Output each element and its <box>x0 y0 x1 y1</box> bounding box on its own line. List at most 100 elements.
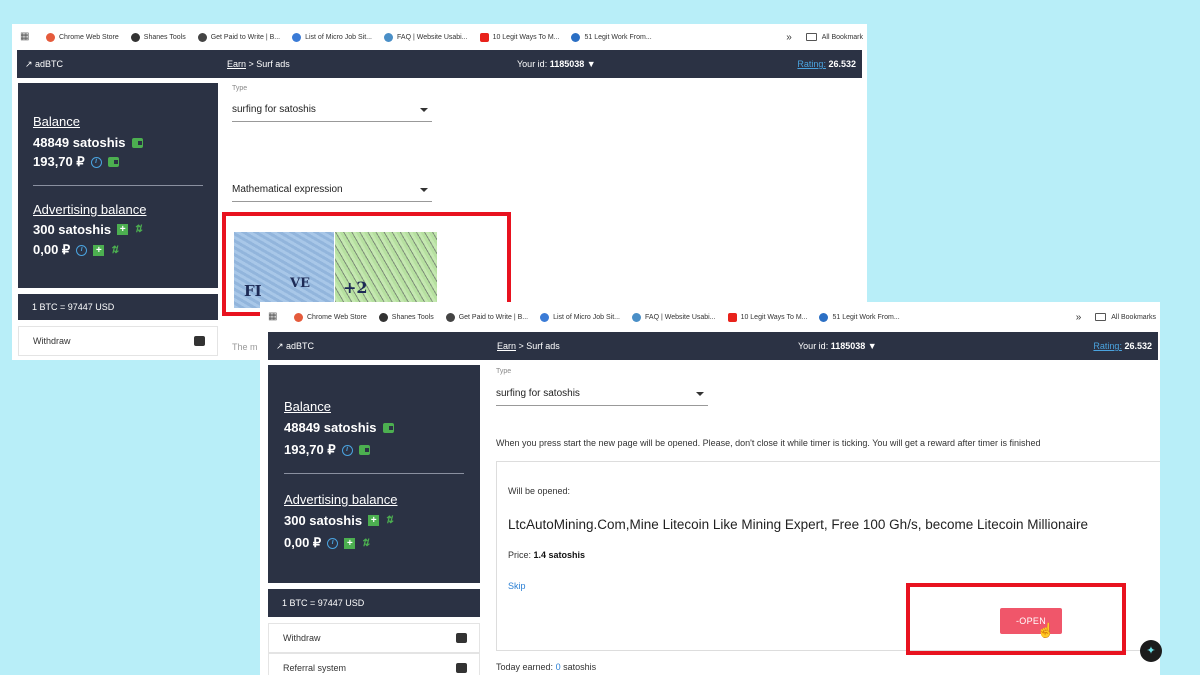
balance-card: Balance 48849 satoshis 193,70 ₽ i Adverti… <box>18 83 218 288</box>
bookmark-6[interactable]: 10 Legit Ways To M... <box>479 32 560 42</box>
wallet-icon[interactable] <box>131 137 143 148</box>
bookmark-1[interactable]: Chrome Web Store <box>46 32 119 42</box>
plus-icon[interactable]: + <box>368 515 380 526</box>
adv-rub-row: 0,00 ₽ i + ⇅ <box>284 535 370 551</box>
captcha-type-value: Mathematical expression <box>232 184 343 195</box>
bookmark-6[interactable]: 10 Legit Ways To M... <box>727 312 807 322</box>
all-bookmarks-folder[interactable]: All Bookmark <box>805 33 863 41</box>
rating-link[interactable]: Rating: <box>797 59 826 69</box>
d-icon <box>819 312 829 322</box>
rating-value: 26.532 <box>1124 341 1152 351</box>
captcha-type-select[interactable]: Mathematical expression <box>232 176 432 202</box>
chevron-down-icon <box>420 108 428 112</box>
bookmark-label: Chrome Web Store <box>59 33 119 41</box>
btc-rate: 1 BTC = 97447 USD <box>268 589 480 617</box>
bookmark-1[interactable]: Chrome Web Store <box>294 312 367 322</box>
all-bookmarks-folder[interactable]: All Bookmarks <box>1095 313 1156 321</box>
adv-satoshis-row: 300 satoshis + ⇅ <box>33 222 142 237</box>
transfer-arrows-icon[interactable]: ⇅ <box>134 224 142 235</box>
write-icon <box>445 312 455 322</box>
advertising-balance-title[interactable]: Advertising balance <box>33 202 146 217</box>
assistant-fab-icon[interactable]: ✦ <box>1140 640 1162 662</box>
bookmark-2[interactable]: Shanes Tools <box>378 312 434 322</box>
info-icon[interactable]: i <box>327 537 339 549</box>
balance-rub: 193,70 ₽ <box>33 154 85 169</box>
bookmarks-more-button[interactable]: » <box>1076 312 1082 323</box>
transfer-arrows-icon[interactable]: ⇅ <box>385 515 393 526</box>
balance-satoshis: 48849 satoshis <box>284 420 377 435</box>
advertising-balance-title[interactable]: Advertising balance <box>284 492 397 507</box>
bookmark-3[interactable]: Get Paid to Write | B... <box>197 32 281 42</box>
bookmark-7[interactable]: 51 Legit Work From... <box>819 312 900 322</box>
faq-icon <box>384 32 394 42</box>
youtube-icon <box>727 312 737 322</box>
chrome-store-icon <box>294 312 303 322</box>
breadcrumb: Earn > Surf ads <box>497 341 560 351</box>
breadcrumb: Earn > Surf ads <box>227 59 290 69</box>
rating: Rating: 26.532 <box>1093 341 1152 351</box>
breadcrumb-earn-link[interactable]: Earn <box>227 59 246 69</box>
bookmarks-bar: ▦ Chrome Web Store Shanes Tools Get Paid… <box>260 304 1160 330</box>
info-icon[interactable]: i <box>76 244 88 256</box>
btc-rate: 1 BTC = 97447 USD <box>18 294 218 320</box>
breadcrumb-earn-link[interactable]: Earn <box>497 341 516 351</box>
skip-link[interactable]: Skip <box>508 581 526 591</box>
plus-icon[interactable]: + <box>117 224 129 235</box>
user-id-dropdown[interactable]: Your id: 1185038 ▼ <box>517 59 596 69</box>
adv-satoshis: 300 satoshis <box>284 513 363 528</box>
bookmark-label: 10 Legit Ways To M... <box>492 33 560 41</box>
menu-item-withdraw[interactable]: Withdraw <box>18 326 218 356</box>
menu-item-withdraw[interactable]: Withdraw <box>268 623 480 653</box>
balance-title[interactable]: Balance <box>284 399 331 414</box>
bookmark-5[interactable]: FAQ | Website Usabi... <box>384 32 468 42</box>
youtube-icon <box>479 32 489 42</box>
apps-grid-icon[interactable]: ▦ <box>20 31 32 43</box>
bookmark-2[interactable]: Shanes Tools <box>130 32 186 42</box>
bookmark-5[interactable]: FAQ | Website Usabi... <box>632 312 716 322</box>
user-id-label: Your id: <box>517 59 548 69</box>
wallet-icon[interactable] <box>358 445 370 455</box>
balance-title[interactable]: Balance <box>33 114 80 129</box>
bookmark-4[interactable]: List of Micro Job Sit... <box>540 312 621 322</box>
plus-icon[interactable]: + <box>344 537 356 549</box>
adv-rub: 0,00 ₽ <box>284 535 322 550</box>
rating: Rating: 26.532 <box>797 59 856 69</box>
user-id-dropdown[interactable]: Your id: 1185038 ▼ <box>798 341 877 351</box>
all-bookmarks-label: All Bookmarks <box>1111 313 1156 321</box>
balance-satoshis-row: 48849 satoshis <box>33 135 143 150</box>
balance-rub: 193,70 ₽ <box>284 442 336 457</box>
bookmark-4[interactable]: List of Micro Job Sit... <box>292 32 372 42</box>
bookmarks-more-button[interactable]: » <box>786 32 792 43</box>
site-logo[interactable]: ↗ adBTC <box>268 341 497 352</box>
transfer-arrows-icon[interactable]: ⇅ <box>361 538 369 549</box>
rating-link[interactable]: Rating: <box>1093 341 1122 351</box>
top-nav-bar: ↗ adBTC Earn > Surf ads Your id: 1185038… <box>268 332 1158 360</box>
today-value: 0 <box>555 662 561 672</box>
menu-item-referral[interactable]: Referral system <box>268 653 480 675</box>
bookmark-7[interactable]: 51 Legit Work From... <box>571 32 652 42</box>
user-card-icon <box>456 663 467 673</box>
balance-satoshis: 48849 satoshis <box>33 135 126 150</box>
info-icon[interactable]: i <box>90 156 102 168</box>
bookmark-label: Get Paid to Write | B... <box>210 33 281 41</box>
type-select-value: surfing for satoshis <box>232 104 316 115</box>
plus-icon[interactable]: + <box>93 244 105 256</box>
bookmark-3[interactable]: Get Paid to Write | B... <box>445 312 528 322</box>
menu-item-label: Withdraw <box>33 336 71 346</box>
link-icon <box>540 312 550 322</box>
type-select[interactable]: surfing for satoshis <box>232 96 432 122</box>
type-label: Type <box>232 85 248 92</box>
today-earned: Today earned: 0 satoshis <box>496 662 596 672</box>
apps-grid-icon[interactable]: ▦ <box>268 311 280 323</box>
wallet-icon <box>456 633 467 643</box>
today-label: Today earned: <box>496 662 554 672</box>
info-icon[interactable]: i <box>341 444 353 456</box>
transfer-arrows-icon[interactable]: ⇅ <box>110 245 118 256</box>
wallet-icon[interactable] <box>107 157 119 167</box>
bookmark-label: List of Micro Job Sit... <box>553 313 621 321</box>
surf-notice: When you press start the new page will b… <box>496 438 1041 448</box>
type-select[interactable]: surfing for satoshis <box>496 378 708 406</box>
wallet-icon[interactable] <box>382 422 394 433</box>
breadcrumb-current: > Surf ads <box>246 59 290 69</box>
site-logo[interactable]: ↗ adBTC <box>17 59 227 70</box>
